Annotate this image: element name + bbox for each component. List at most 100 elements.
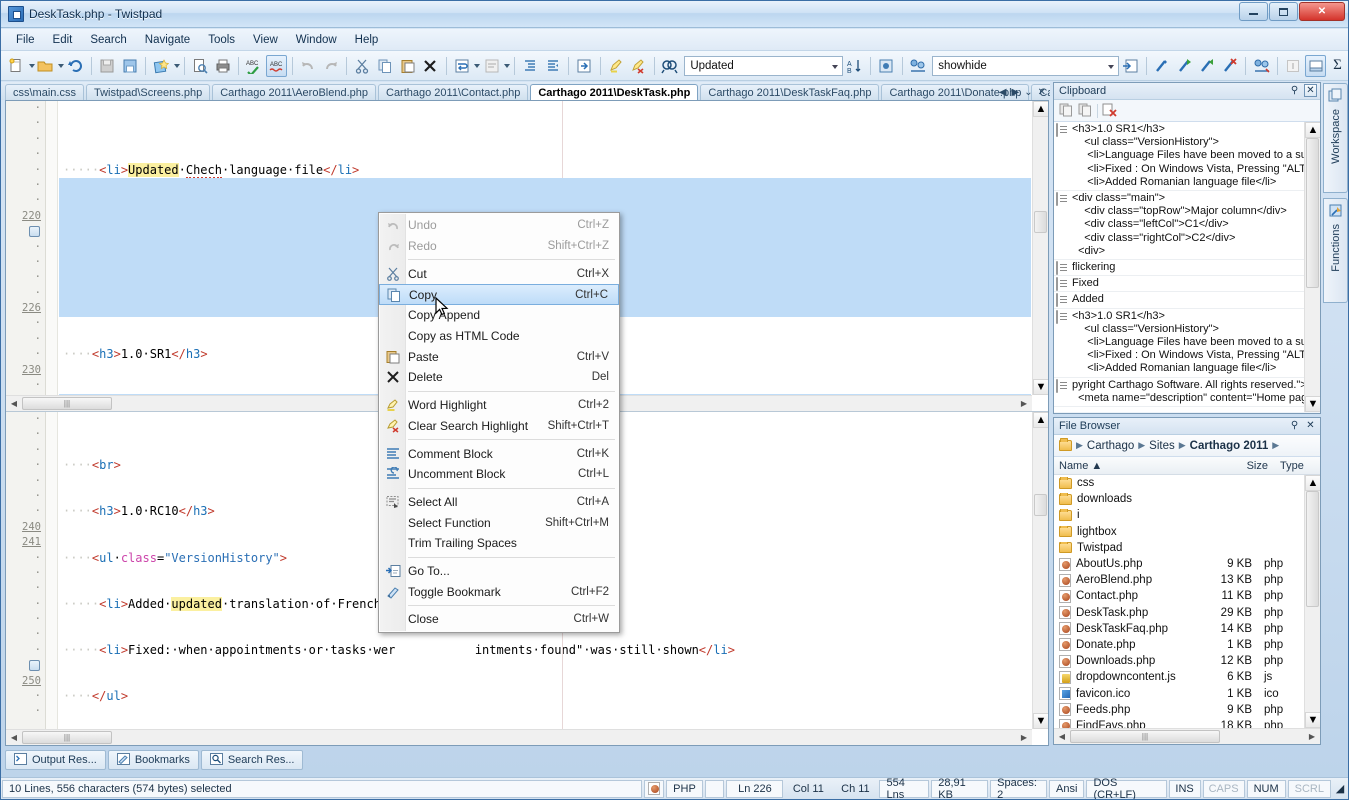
side-tab-workspace[interactable]: Workspace	[1323, 83, 1348, 193]
close-panel-icon-2[interactable]: ✕	[1304, 419, 1317, 432]
print-preview-icon[interactable]	[190, 55, 211, 77]
clipboard-item[interactable]: <div class="main"> <div class="topRow">M…	[1054, 191, 1304, 261]
scroll-left-icon-2[interactable]: ◀	[6, 730, 22, 745]
macro-play-next-icon[interactable]	[1174, 55, 1195, 77]
close-panel-icon[interactable]: ✕	[1304, 84, 1317, 97]
search-combo[interactable]: Updated	[684, 55, 844, 76]
file-tab-5[interactable]: Carthago 2011\DeskTaskFaq.php	[700, 84, 880, 100]
file-row[interactable]: AeroBlend.php 13 KB php	[1054, 572, 1304, 588]
scroll-up-icon-2[interactable]: ▲	[1033, 412, 1048, 428]
status-ins[interactable]: INS	[1168, 779, 1201, 798]
pin-icon-2[interactable]: ⚲	[1288, 419, 1301, 432]
hscroll-thumb-2[interactable]: |||	[22, 731, 112, 744]
find-icon[interactable]	[660, 55, 681, 77]
file-tab-1[interactable]: Twistpad\Screens.php	[85, 84, 211, 100]
clipboard-item[interactable]: <h3>1.0 SR1</h3> <ul class="VersionHisto…	[1054, 122, 1304, 192]
file-row[interactable]: FindFavs.php 18 KB php	[1054, 718, 1304, 728]
context-item-delete[interactable]: Delete Del	[379, 367, 619, 388]
new-file-icon[interactable]	[6, 55, 27, 77]
context-item-comment-block[interactable]: Comment Block Ctrl+K	[379, 443, 619, 464]
clipboard-item[interactable]: Added	[1054, 292, 1304, 309]
macro-record-icon[interactable]	[876, 55, 897, 77]
menu-navigate[interactable]: Navigate	[136, 31, 199, 49]
menu-search[interactable]: Search	[81, 31, 135, 49]
scroll-up-icon[interactable]: ▲	[1033, 101, 1048, 117]
scroll-up-icon-3[interactable]: ▲	[1305, 122, 1320, 138]
context-item-uncomment-block[interactable]: Uncomment Block Ctrl+L	[379, 464, 619, 485]
scroll-up-icon-4[interactable]: ▲	[1305, 475, 1320, 491]
column-header-name[interactable]: Name ▲	[1054, 460, 1222, 472]
spellcheck-toggle-icon[interactable]: ABC	[266, 54, 287, 77]
menu-edit[interactable]: Edit	[44, 31, 82, 49]
wordwrap-icon[interactable]	[452, 55, 473, 77]
gutter-bookmark-icon[interactable]	[6, 224, 45, 239]
column-header-size[interactable]: Size	[1222, 460, 1274, 472]
context-item-select-function[interactable]: Select Function Shift+Ctrl+M	[379, 512, 619, 533]
editor-bottom-vscrollbar[interactable]: ▲ ▼	[1032, 412, 1048, 729]
macro-play-prev-icon[interactable]	[1197, 55, 1218, 77]
scroll-down-icon-2[interactable]: ▼	[1033, 713, 1048, 729]
clipboard-item[interactable]: pyright Carthago Software. All rights re…	[1054, 378, 1304, 408]
context-item-copy-as-html[interactable]: Copy as HTML Code	[379, 326, 619, 347]
clipboard-item[interactable]: flickering	[1054, 260, 1304, 277]
macro-insert-icon[interactable]	[1120, 55, 1141, 77]
file-row[interactable]: Feeds.php 9 KB php	[1054, 702, 1304, 718]
sort-az-icon[interactable]: AB	[844, 55, 865, 77]
hscroll-thumb-3[interactable]: |||	[1070, 730, 1220, 743]
refresh-icon[interactable]	[65, 55, 86, 77]
file-row[interactable]: DeskTask.php 29 KB php	[1054, 605, 1304, 621]
context-item-close[interactable]: Close Ctrl+W	[379, 609, 619, 630]
fold-column-top[interactable]	[46, 101, 58, 411]
menu-tools[interactable]: Tools	[199, 31, 244, 49]
new-file-dropdown-icon[interactable]	[28, 63, 35, 68]
print-icon[interactable]	[212, 55, 233, 77]
context-item-word-highlight[interactable]: Word Highlight Ctrl+2	[379, 395, 619, 416]
save-all-icon[interactable]	[151, 55, 172, 77]
scroll-down-icon-4[interactable]: ▼	[1305, 712, 1320, 728]
cut-toolbar-icon[interactable]	[352, 55, 373, 77]
editor-bottom-hscrollbar[interactable]: ◀ ||| ▶	[6, 729, 1032, 745]
status-line-ending[interactable]: DOS (CR+LF)	[1086, 777, 1167, 799]
clear-highlight-toolbar-icon[interactable]	[628, 55, 649, 77]
editor-top-vscrollbar[interactable]: ▲ ▼	[1032, 101, 1048, 395]
tab-next-icon[interactable]: ▶	[1012, 87, 1020, 98]
spellcheck-icon[interactable]: ABC	[244, 55, 265, 77]
file-row[interactable]: downloads	[1054, 491, 1304, 507]
clipboard-copy-icon[interactable]	[1059, 102, 1074, 120]
scroll-left-icon-3[interactable]: ◀	[1054, 729, 1070, 744]
minimize-button[interactable]	[1239, 2, 1268, 21]
context-item-select-all[interactable]: Select All Ctrl+A	[379, 492, 619, 513]
file-row[interactable]: css	[1054, 475, 1304, 491]
context-item-paste[interactable]: Paste Ctrl+V	[379, 346, 619, 367]
fold-column-bottom[interactable]	[46, 412, 58, 745]
clipboard-item[interactable]: Fixed	[1054, 276, 1304, 293]
file-row[interactable]: i	[1054, 507, 1304, 523]
scroll-right-icon-3[interactable]: ▶	[1304, 729, 1320, 744]
clipboard-clear-icon[interactable]	[1102, 102, 1118, 120]
file-row[interactable]: Donate.php 1 KB php	[1054, 637, 1304, 653]
close-button[interactable]: ✕	[1299, 2, 1345, 21]
macro-manager-icon[interactable]	[1251, 55, 1272, 77]
copy-toolbar-icon[interactable]	[375, 55, 396, 77]
context-item-clear-search-highlight[interactable]: Clear Search Highlight Shift+Ctrl+T	[379, 416, 619, 437]
status-encoding[interactable]: Ansi	[1049, 779, 1085, 798]
scroll-left-icon[interactable]: ◀	[6, 396, 22, 411]
macro-play-icon[interactable]	[1152, 55, 1173, 77]
status-language[interactable]: PHP	[665, 779, 704, 798]
context-item-copy-append[interactable]: Copy Append	[379, 305, 619, 326]
context-item-cut[interactable]: Cut Ctrl+X	[379, 263, 619, 284]
breadcrumb-carthago[interactable]: Carthago	[1087, 440, 1134, 452]
context-item-trim-trailing-spaces[interactable]: Trim Trailing Spaces	[379, 533, 619, 554]
context-item-redo[interactable]: Redo Shift+Ctrl+Z	[379, 236, 619, 257]
indent-icon[interactable]	[520, 55, 541, 77]
breadcrumb-sites[interactable]: Sites	[1149, 440, 1175, 452]
outdent-icon[interactable]	[542, 55, 563, 77]
menu-view[interactable]: View	[244, 31, 287, 49]
file-row[interactable]: AboutUs.php 9 KB php	[1054, 556, 1304, 572]
sum-icon[interactable]: Σ	[1328, 55, 1347, 77]
context-item-copy[interactable]: Copy Ctrl+C	[379, 284, 619, 306]
wordwrap-dropdown-icon[interactable]	[474, 63, 481, 68]
menu-help[interactable]: Help	[346, 31, 388, 49]
file-tab-4-active[interactable]: Carthago 2011\DeskTask.php	[530, 84, 699, 100]
clipboard-vscrollbar[interactable]: ▲ ▼	[1304, 122, 1320, 412]
